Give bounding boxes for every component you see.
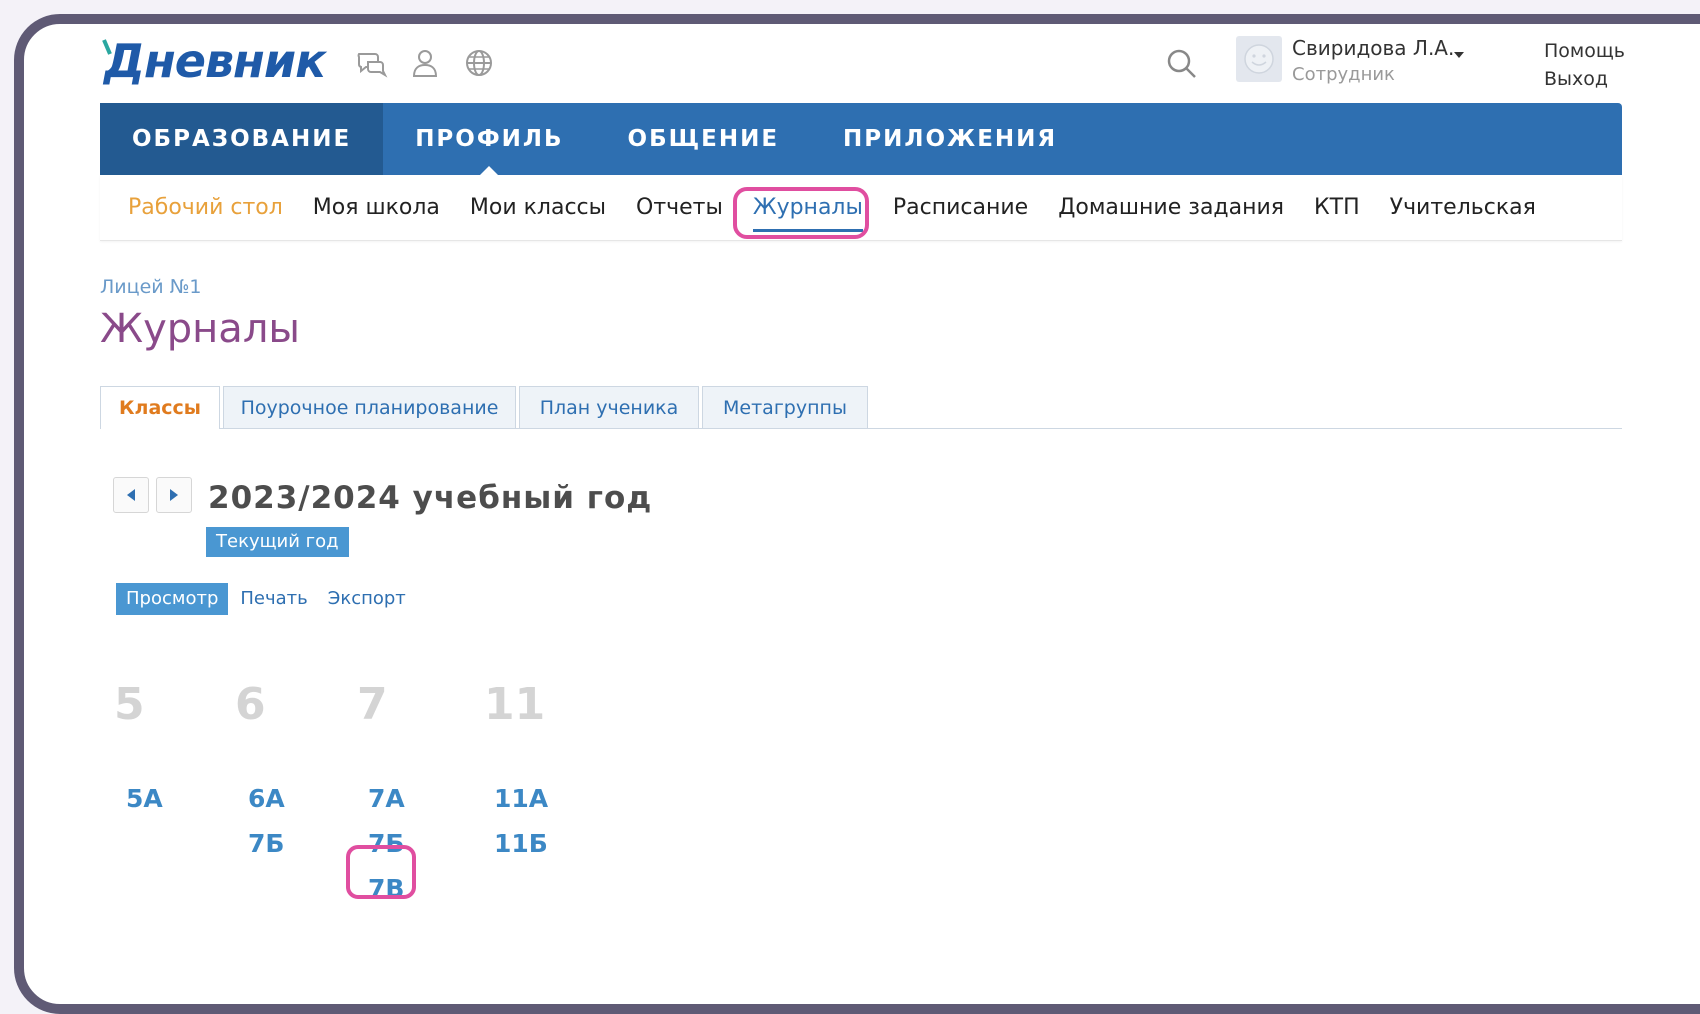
- view-mode-view[interactable]: Просмотр: [116, 583, 229, 615]
- tab-bar: Классы Поурочное планирование План учени…: [100, 386, 1622, 429]
- view-modes: Просмотр Печать Экспорт: [116, 583, 426, 615]
- smiley-icon: [1244, 44, 1274, 74]
- search-icon[interactable]: [1164, 46, 1200, 82]
- class-link[interactable]: 5А: [126, 784, 163, 813]
- globe-icon[interactable]: [462, 46, 496, 80]
- sub-nav-desktop[interactable]: Рабочий стол: [128, 195, 283, 220]
- prev-year-button[interactable]: [113, 477, 149, 513]
- main-nav-communication[interactable]: ОБЩЕНИЕ: [596, 103, 812, 175]
- arrow-right-icon: [170, 489, 178, 501]
- sub-nav-schedule[interactable]: Расписание: [893, 195, 1028, 220]
- arrow-left-icon: [127, 489, 135, 501]
- main-nav-apps[interactable]: ПРИЛОЖЕНИЯ: [811, 103, 1089, 175]
- tab-lesson-planning[interactable]: Поурочное планирование: [223, 386, 516, 428]
- tab-metagroups[interactable]: Метагруппы: [702, 386, 868, 428]
- main-nav-education[interactable]: ОБРАЗОВАНИЕ: [100, 103, 384, 175]
- class-link[interactable]: 11Б: [494, 829, 548, 858]
- class-link[interactable]: 7Б: [248, 829, 284, 858]
- avatar[interactable]: [1236, 36, 1282, 82]
- highlight-7v: [346, 845, 416, 899]
- logo-accent-icon: [102, 39, 112, 55]
- sub-nav-my-school[interactable]: Моя школа: [313, 195, 440, 220]
- class-link[interactable]: 7А: [368, 784, 405, 813]
- next-year-button[interactable]: [156, 477, 192, 513]
- main-nav: ОБРАЗОВАНИЕ ПРОФИЛЬ ОБЩЕНИЕ ПРИЛОЖЕНИЯ: [100, 103, 1622, 175]
- chevron-down-icon[interactable]: [1454, 52, 1464, 58]
- grade-number: 11: [484, 679, 546, 730]
- highlight-journals: [733, 187, 869, 239]
- logo[interactable]: Дневник: [102, 34, 326, 88]
- page: Дневник Свиридова Л.А. Сотрудник Помощь …: [24, 24, 1700, 1004]
- main-nav-profile[interactable]: ПРОФИЛЬ: [383, 103, 595, 175]
- logo-text: Дневник: [104, 34, 326, 88]
- breadcrumb[interactable]: Лицей №1: [100, 276, 202, 298]
- school-year-title: 2023/2024 учебный год: [208, 480, 653, 516]
- sub-nav-reports[interactable]: Отчеты: [636, 195, 723, 220]
- sub-nav-homework[interactable]: Домашние задания: [1058, 195, 1284, 220]
- device-frame: Дневник Свиридова Л.А. Сотрудник Помощь …: [14, 14, 1700, 1014]
- class-link[interactable]: 6А: [248, 784, 285, 813]
- class-link[interactable]: 11А: [494, 784, 548, 813]
- grade-number: 5: [114, 679, 145, 730]
- tab-student-plan[interactable]: План ученика: [519, 386, 699, 428]
- view-mode-export[interactable]: Экспорт: [328, 583, 406, 615]
- sub-nav-teachers-room[interactable]: Учительская: [1390, 195, 1536, 220]
- sub-nav-my-classes[interactable]: Мои классы: [470, 195, 606, 220]
- view-mode-print[interactable]: Печать: [240, 583, 307, 615]
- user-name[interactable]: Свиридова Л.А.: [1292, 36, 1454, 60]
- grade-number: 7: [357, 679, 388, 730]
- page-title: Журналы: [100, 306, 300, 352]
- help-link[interactable]: Помощь: [1544, 40, 1625, 62]
- tab-classes[interactable]: Классы: [100, 386, 220, 429]
- header-icons: [354, 46, 496, 80]
- sub-nav-ktp[interactable]: КТП: [1314, 195, 1360, 220]
- grade-number: 6: [235, 679, 266, 730]
- user-icon[interactable]: [408, 46, 442, 80]
- current-year-badge: Текущий год: [206, 527, 349, 557]
- user-role: Сотрудник: [1292, 64, 1395, 85]
- chat-icon[interactable]: [354, 46, 388, 80]
- logout-link[interactable]: Выход: [1544, 68, 1608, 90]
